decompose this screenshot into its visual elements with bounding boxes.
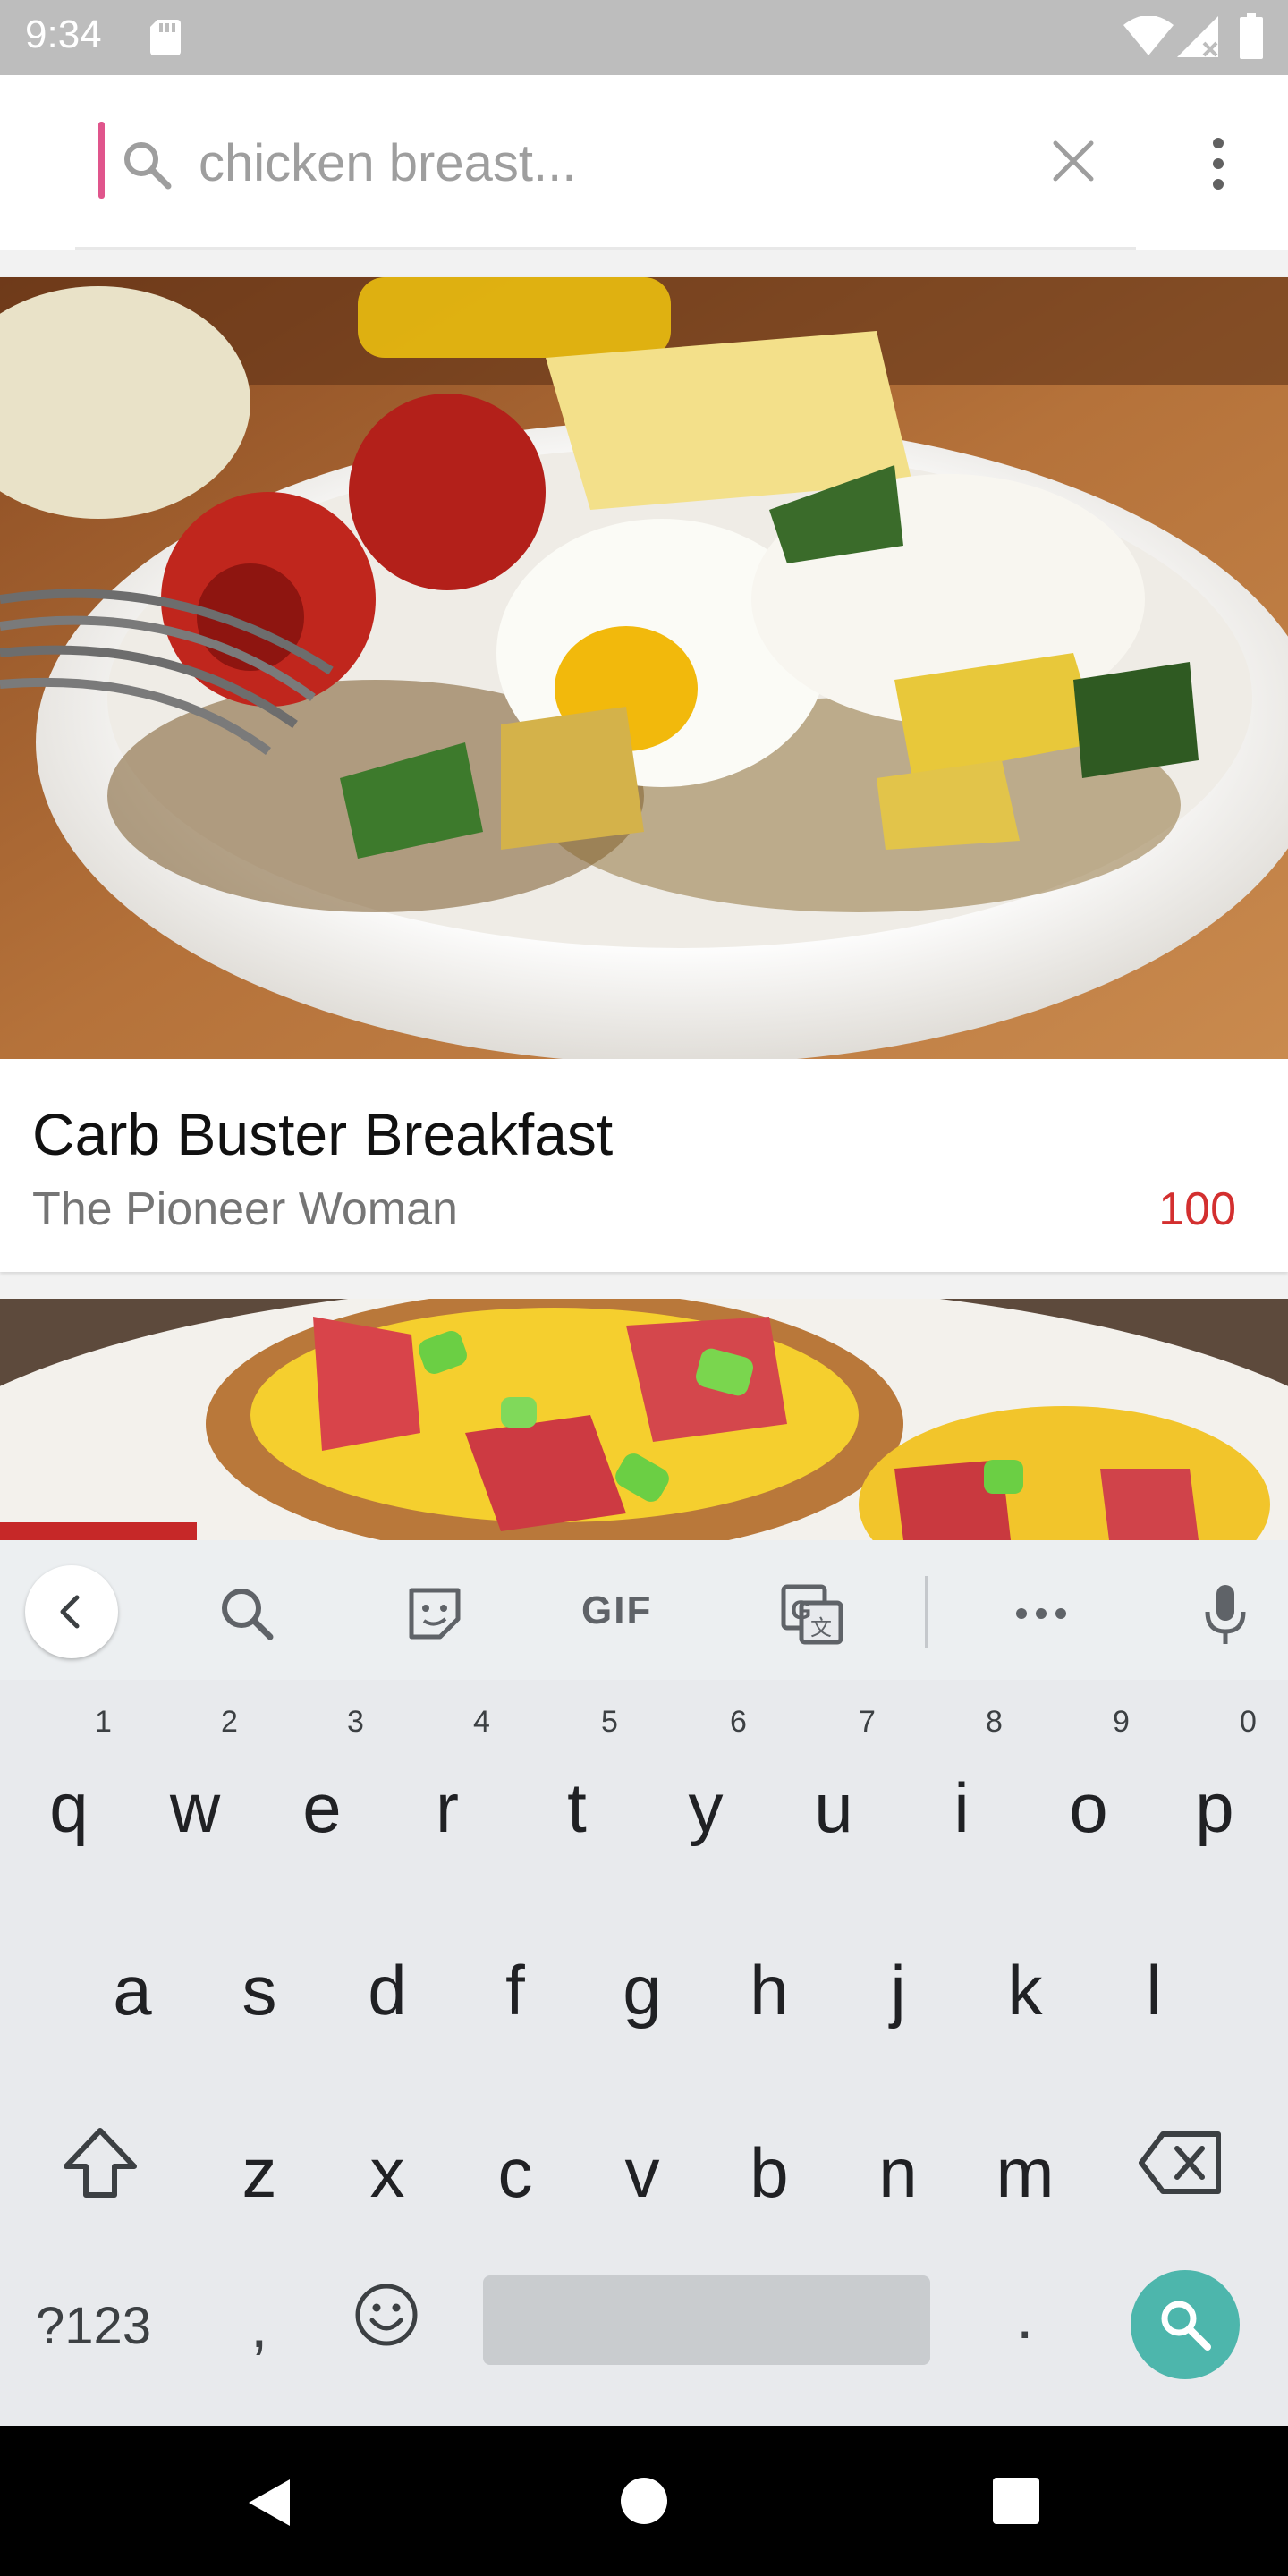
status-bar: 9:34 [0,0,1288,75]
close-icon[interactable] [1046,134,1100,188]
microphone-icon[interactable] [1191,1580,1259,1648]
period-key[interactable]: . [1016,2281,1033,2352]
key-hint-6: 6 [730,1705,747,1739]
back-icon[interactable] [243,2476,297,2529]
key-hint-7: 7 [859,1705,876,1739]
recents-icon[interactable] [993,2478,1039,2524]
search-submit-button[interactable] [1131,2270,1240,2379]
sticker-icon[interactable] [401,1580,469,1648]
recipe-image[interactable] [0,277,1288,1059]
comma-key[interactable]: , [250,2290,267,2361]
key-h[interactable]: h [716,1950,823,2031]
toolbar-divider [925,1576,928,1648]
key-hint-8: 8 [986,1705,1003,1739]
recipe-card[interactable]: Carb Buster Breakfast The Pioneer Woman … [0,277,1288,1272]
recipe-title: Carb Buster Breakfast [32,1101,614,1167]
recipe-image[interactable] [0,1299,1288,1540]
key-hint-1: 1 [95,1705,112,1739]
key-y[interactable]: y [652,1767,759,1849]
navigation-bar [0,2426,1288,2576]
key-w[interactable]: w [141,1767,249,1849]
key-hint-5: 5 [601,1705,618,1739]
key-i[interactable]: i [908,1767,1015,1849]
svg-text:文: 文 [810,1615,832,1640]
keyboard-collapse-button[interactable] [25,1565,118,1658]
search-underline [75,247,1136,250]
wifi-icon [1123,16,1174,55]
key-o[interactable]: o [1035,1767,1142,1849]
backspace-icon[interactable] [1136,2122,1225,2204]
key-e[interactable]: e [268,1767,376,1849]
svg-text:G: G [791,1596,811,1625]
home-icon[interactable] [621,2478,667,2524]
key-d[interactable]: d [334,1950,441,2031]
chevron-left-icon [60,1595,80,1629]
key-j[interactable]: j [844,1950,952,2031]
search-icon [1161,2301,1211,2351]
keyboard: GIF G 文 ?123 , . q 1 w 2 e 3 r 4 t 5 y 6… [0,1540,1288,2426]
key-k[interactable]: k [971,1950,1079,2031]
search-bar [0,75,1288,250]
key-n[interactable]: n [844,2132,952,2214]
key-b[interactable]: b [716,2132,823,2214]
keyboard-toolbar: GIF G 文 [0,1540,1288,1680]
key-r[interactable]: r [394,1767,501,1849]
key-m[interactable]: m [971,2132,1079,2214]
more-icon[interactable] [1007,1580,1075,1648]
key-s[interactable]: s [206,1950,313,2031]
key-z[interactable]: z [206,2132,313,2214]
recipe-source: The Pioneer Woman [32,1183,458,1235]
gif-button[interactable]: GIF [581,1589,652,1633]
sd-card-icon [150,20,181,55]
signal-icon [1177,16,1218,57]
search-icon [124,142,172,190]
space-key[interactable] [483,2275,930,2365]
emoji-icon[interactable] [352,2281,420,2349]
symbols-key[interactable]: ?123 [36,2296,151,2356]
key-q[interactable]: q [15,1767,123,1849]
key-t[interactable]: t [523,1767,631,1849]
key-hint-4: 4 [473,1705,490,1739]
key-p[interactable]: p [1161,1767,1268,1849]
battery-icon [1240,13,1263,59]
translate-icon[interactable]: G 文 [778,1580,846,1648]
recipe-card[interactable] [0,1299,1288,1540]
key-hint-9: 9 [1113,1705,1130,1739]
text-cursor [98,122,105,199]
search-icon[interactable] [213,1580,281,1648]
key-f[interactable]: f [462,1950,569,2031]
key-a[interactable]: a [79,1950,186,2031]
recipe-score: 100 [1158,1183,1236,1235]
more-options-icon[interactable] [1195,132,1241,195]
key-u[interactable]: u [780,1767,887,1849]
key-hint-2: 2 [221,1705,238,1739]
search-input[interactable] [199,125,1004,200]
key-hint-0: 0 [1240,1705,1257,1739]
status-time: 9:34 [25,13,102,56]
key-hint-3: 3 [347,1705,364,1739]
key-g[interactable]: g [589,1950,696,2031]
shift-icon[interactable] [59,2122,141,2204]
key-c[interactable]: c [462,2132,569,2214]
key-l[interactable]: l [1100,1950,1208,2031]
key-v[interactable]: v [589,2132,696,2214]
key-x[interactable]: x [334,2132,441,2214]
